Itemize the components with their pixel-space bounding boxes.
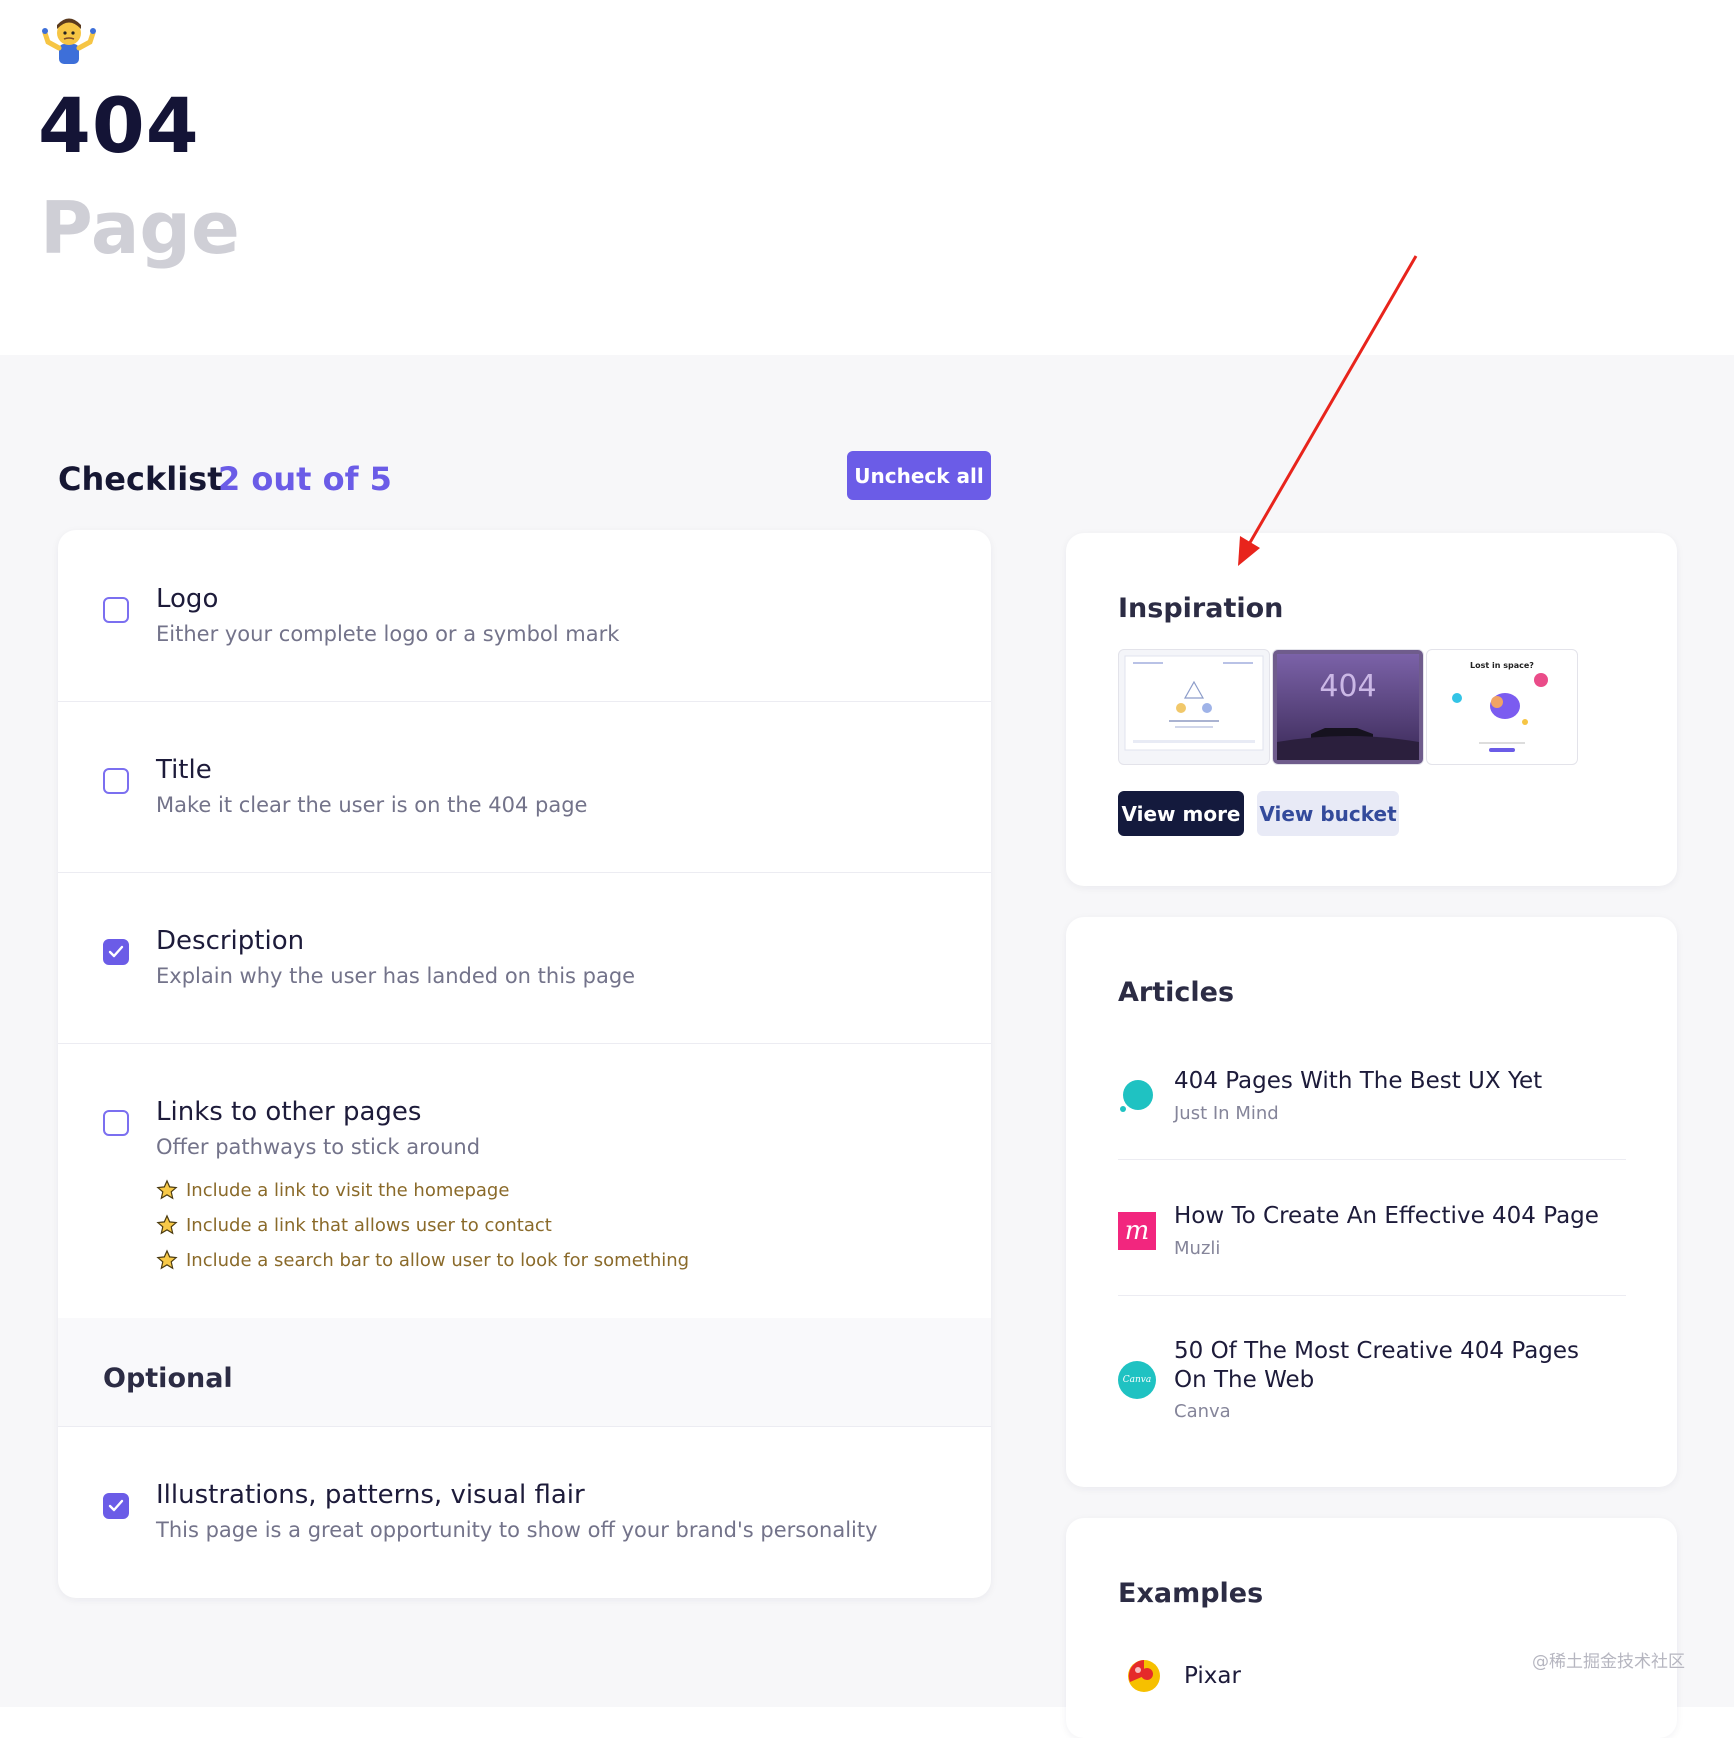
divider — [1118, 1295, 1626, 1296]
check-icon — [108, 1499, 124, 1512]
checklist-item-desc: Either your complete logo or a symbol ma… — [156, 622, 620, 646]
checklist-card: Logo Either your complete logo or a symb… — [58, 530, 991, 1598]
inspiration-thumbnail[interactable] — [1118, 649, 1270, 765]
tip-text: Include a link that allows user to conta… — [186, 1214, 552, 1236]
canva-logo-icon: Canva — [1118, 1361, 1156, 1399]
muzli-logo-icon: m — [1118, 1212, 1156, 1250]
checklist-item-desc: Explain why the user has landed on this … — [156, 964, 636, 988]
inspiration-thumbnail[interactable]: Lost in space? — [1426, 649, 1578, 765]
article-title: 50 Of The Most Creative 404 Pages On The… — [1174, 1338, 1580, 1393]
thumbnail-caption: Lost in space? — [1470, 661, 1534, 670]
thumbnail-404-text: 404 — [1319, 669, 1376, 704]
optional-label: Optional — [103, 1363, 233, 1394]
hero: 404 Page — [0, 0, 1734, 355]
checklist-count: 2 out of 5 — [218, 460, 392, 498]
checklist-item-description[interactable]: Description Explain why the user has lan… — [58, 872, 991, 1044]
examples-title: Examples — [1118, 1578, 1264, 1609]
checklist-item-title: Logo — [156, 584, 219, 614]
star-icon — [156, 1249, 178, 1270]
articles-card: Articles 404 Pages With The Best UX Yet … — [1066, 917, 1677, 1487]
examples-card: Examples Pixar — [1066, 1518, 1677, 1738]
optional-section-header: Optional — [58, 1318, 991, 1427]
page-title: 404 — [38, 81, 200, 170]
thumbnail-image — [1124, 655, 1264, 751]
checkbox-checked[interactable] — [103, 1493, 129, 1519]
page-subtitle: Page — [40, 186, 240, 270]
checkbox[interactable] — [103, 597, 129, 623]
article-title: 404 Pages With The Best UX Yet — [1174, 1068, 1543, 1094]
watermark: @稀土掘金技术社区 — [1532, 1652, 1685, 1672]
checklist-item-illustrations[interactable]: Illustrations, patterns, visual flair Th… — [58, 1426, 991, 1598]
thumbnail-image: 404 — [1277, 654, 1419, 760]
article-source: Canva — [1174, 1401, 1231, 1422]
articles-title: Articles — [1118, 977, 1235, 1008]
checklist-item-title: Description — [156, 926, 305, 956]
check-icon — [108, 945, 124, 958]
view-bucket-button[interactable]: View bucket — [1257, 791, 1399, 836]
example-name: Pixar — [1184, 1663, 1241, 1689]
pixar-ball-icon — [1128, 1660, 1160, 1692]
person-shrugging-icon — [42, 18, 96, 64]
view-more-button[interactable]: View more — [1118, 791, 1244, 836]
checklist-item-title: Links to other pages — [156, 1097, 422, 1127]
star-icon — [156, 1179, 178, 1200]
tip-text: Include a link to visit the homepage — [186, 1179, 510, 1201]
example-item[interactable]: Pixar — [1126, 1658, 1241, 1694]
article-item[interactable]: 404 Pages With The Best UX Yet Just In M… — [1118, 1067, 1626, 1147]
checklist-item-logo[interactable]: Logo Either your complete logo or a symb… — [58, 530, 991, 702]
justinmind-logo-icon — [1120, 1080, 1153, 1112]
checklist-heading: Checklist — [58, 460, 223, 498]
checklist-item-desc: Offer pathways to stick around — [156, 1135, 481, 1159]
checklist-item-title: Illustrations, patterns, visual flair — [156, 1480, 585, 1510]
article-source: Just In Mind — [1174, 1103, 1279, 1124]
tip-text: Include a search bar to allow user to lo… — [186, 1249, 690, 1271]
checkbox-checked[interactable] — [103, 939, 129, 965]
article-source: Muzli — [1174, 1238, 1221, 1259]
inspiration-card: Inspiration 404 Lost in space? View more… — [1066, 533, 1677, 886]
thumbnail-image: Lost in space? — [1452, 661, 1548, 752]
checklist-item-title: Title — [156, 755, 212, 785]
checklist-item-desc: This page is a great opportunity to show… — [156, 1518, 878, 1542]
tip-item: Include a search bar to allow user to lo… — [156, 1249, 689, 1271]
inspiration-thumbnail[interactable]: 404 — [1272, 649, 1424, 765]
uncheck-all-button[interactable]: Uncheck all — [847, 451, 991, 500]
checklist-item-desc: Make it clear the user is on the 404 pag… — [156, 793, 588, 817]
article-item[interactable]: Canva 50 Of The Most Creative 404 Pages … — [1118, 1337, 1626, 1447]
divider — [1118, 1159, 1626, 1160]
checkbox[interactable] — [103, 1110, 129, 1136]
article-title: How To Create An Effective 404 Page — [1174, 1203, 1599, 1229]
star-icon — [156, 1214, 178, 1235]
article-item[interactable]: m How To Create An Effective 404 Page Mu… — [1118, 1202, 1626, 1282]
checklist-item-title-field[interactable]: Title Make it clear the user is on the 4… — [58, 701, 991, 873]
tip-item: Include a link to visit the homepage — [156, 1179, 509, 1201]
checklist-item-links[interactable]: Links to other pages Offer pathways to s… — [58, 1043, 991, 1319]
inspiration-title: Inspiration — [1118, 593, 1284, 624]
checkbox[interactable] — [103, 768, 129, 794]
tip-item: Include a link that allows user to conta… — [156, 1214, 552, 1236]
